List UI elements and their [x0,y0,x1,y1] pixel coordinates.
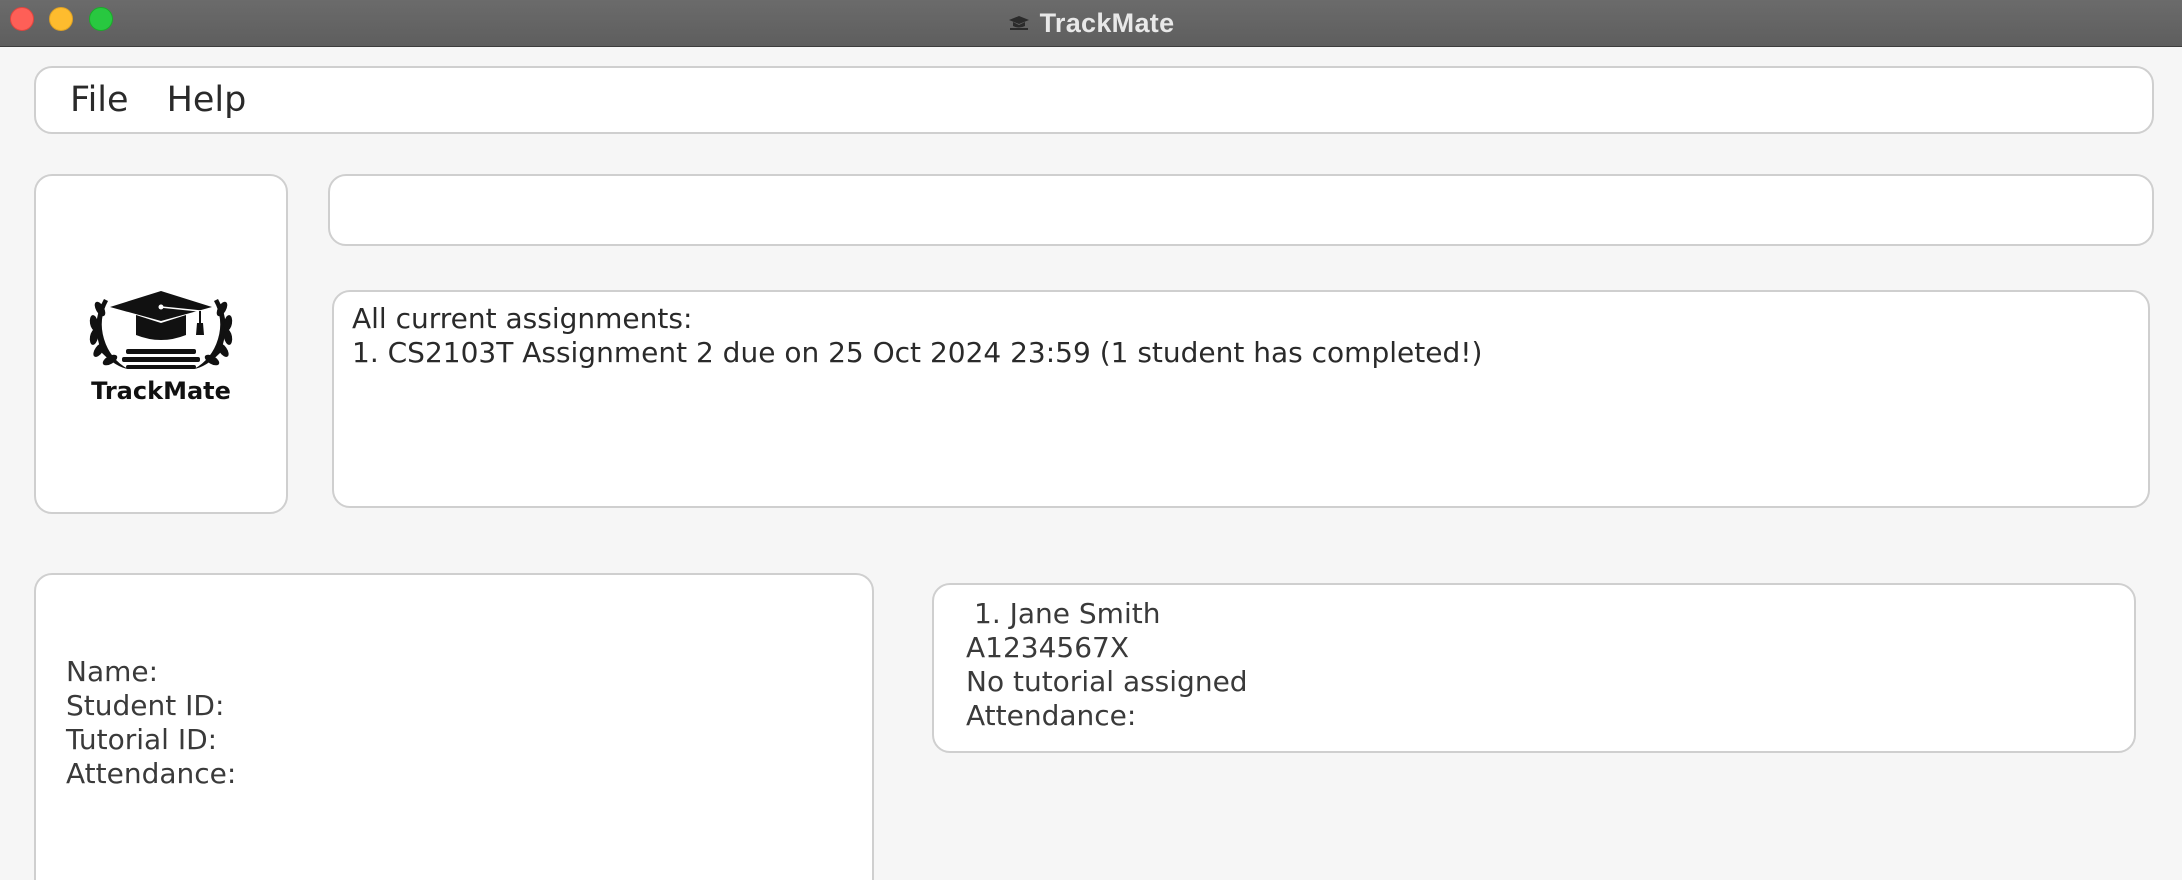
detail-name-label: Name: [66,655,159,688]
detail-tutorial-id-label: Tutorial ID: [66,723,218,756]
student-index-name: 1. Jane Smith [974,597,1161,630]
logo-text: TrackMate [91,377,231,405]
result-display: All current assignments: 1. CS2103T Assi… [332,290,2150,508]
result-line: All current assignments: [352,302,693,335]
menu-file[interactable]: File [70,80,129,120]
window-title: TrackMate [1039,7,1175,38]
student-attendance-label: Attendance: [966,699,1137,732]
logo-panel: TrackMate [34,174,288,514]
graduation-cap-icon [1008,15,1030,31]
result-line: 1. CS2103T Assignment 2 due on 25 Oct 20… [352,336,1483,369]
menu-help[interactable]: Help [167,80,247,120]
menu-bar: File Help [34,66,2154,134]
student-tutorial: No tutorial assigned [966,665,1248,698]
title-bar: TrackMate [0,0,2182,47]
graduation-cap-laurel-logo [89,291,233,369]
detail-attendance-label: Attendance: [66,757,237,790]
detail-student-id-label: Student ID: [66,689,225,722]
window-title-group: TrackMate [0,0,2182,46]
student-list-card[interactable]: 1. Jane Smith A1234567X No tutorial assi… [932,583,2136,753]
student-id: A1234567X [966,631,1130,664]
command-box [328,174,2154,246]
command-input[interactable] [352,176,2134,246]
student-detail-panel: Name: Student ID: Tutorial ID: Attendanc… [34,573,874,880]
app-window: TrackMate File Help TrackMate All curren… [0,0,2182,880]
